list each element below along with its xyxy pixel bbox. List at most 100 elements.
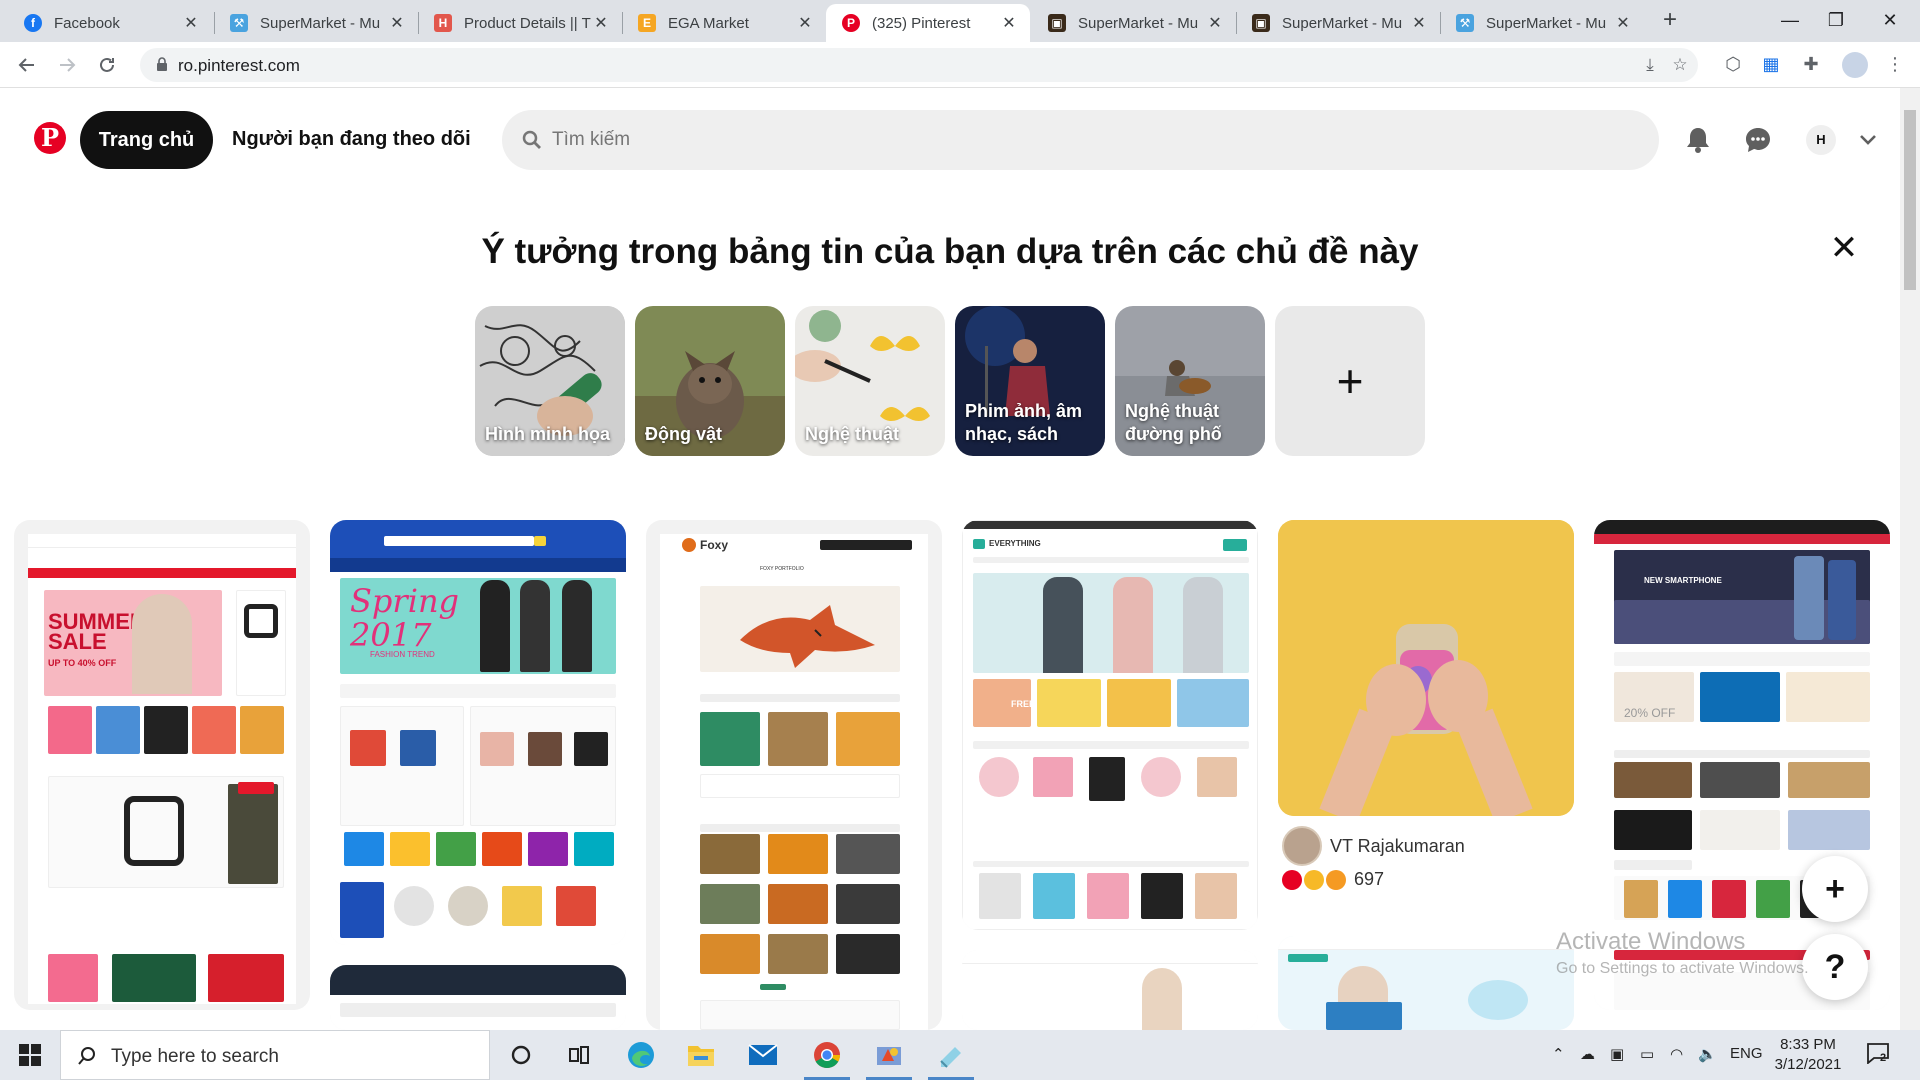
topic-card-illustration[interactable]: Hình minh họa: [475, 306, 625, 456]
browser-tab[interactable]: ⚒ SuperMarket - Mu ✕: [1440, 4, 1644, 42]
system-clock[interactable]: 8:33 PM 3/12/2021: [1758, 1035, 1858, 1075]
close-tab-icon[interactable]: ✕: [1000, 13, 1018, 33]
pin-subheadline: FOXY PORTFOLIO: [760, 566, 804, 572]
topic-label: Nghệ thuật: [805, 424, 899, 444]
profile-avatar-icon[interactable]: [1842, 52, 1868, 78]
create-pin-button[interactable]: +: [1802, 856, 1868, 922]
heart-eyes-reaction-icon: [1304, 869, 1324, 890]
cortana-button[interactable]: [492, 1030, 550, 1080]
author-avatar: [1282, 826, 1322, 866]
cortana-circle-icon: [511, 1045, 531, 1065]
user-avatar[interactable]: H: [1806, 125, 1836, 155]
show-hidden-icons-chevron-icon[interactable]: ⌃: [1552, 1045, 1565, 1063]
mail-icon: [748, 1044, 778, 1065]
topic-card-street-art[interactable]: Nghệ thuật đường phố: [1115, 306, 1265, 456]
close-tab-icon[interactable]: ✕: [182, 13, 200, 33]
scrollbar-thumb[interactable]: [1904, 110, 1916, 290]
notepad-app[interactable]: [922, 1030, 980, 1080]
pin-card[interactable]: EVERYTHING FREE: [962, 520, 1258, 930]
pin-thumbnail: [1278, 520, 1574, 816]
reaction-count: 697: [1354, 869, 1385, 889]
forward-arrow-icon: [60, 58, 76, 72]
edge-icon: [628, 1042, 654, 1068]
file-explorer-app[interactable]: [672, 1030, 730, 1080]
browser-tab[interactable]: ▣ SuperMarket - Mu ✕: [1236, 4, 1440, 42]
url-text: ro.pinterest.com: [178, 56, 300, 75]
pin-card[interactable]: [1278, 520, 1574, 816]
pin-card[interactable]: Foxy FOXY PORTFOLIO: [646, 520, 942, 1030]
notification-count: 2: [1880, 1052, 1887, 1064]
browser-tab[interactable]: H Product Details || T ✕: [418, 4, 622, 42]
pin-card[interactable]: [1278, 936, 1574, 1030]
forward-button[interactable]: [52, 50, 82, 80]
browser-tab[interactable]: E EGA Market ✕: [622, 4, 826, 42]
network-adapter-icon[interactable]: ▣: [1610, 1045, 1624, 1063]
pinterest-icon: P: [842, 14, 860, 32]
close-tab-icon[interactable]: ✕: [592, 13, 610, 33]
browser-tab[interactable]: ⚒ SuperMarket - Mu ✕: [214, 4, 418, 42]
back-button[interactable]: [12, 50, 42, 80]
calendar-extension-icon[interactable]: ▦: [1760, 54, 1782, 76]
search-input[interactable]: [552, 122, 1632, 158]
close-topics-button[interactable]: ✕: [1826, 230, 1862, 266]
topic-card-animals[interactable]: Động vật: [635, 306, 785, 456]
paint-app[interactable]: [860, 1030, 918, 1080]
menu-dots-icon[interactable]: ⋮: [1884, 54, 1906, 76]
topic-card-film-music-books[interactable]: Phim ảnh, âm nhạc, sách: [955, 306, 1105, 456]
pin-card[interactable]: SUMMER SALE UP TO 40% OFF: [14, 520, 310, 1010]
puzzle-icon[interactable]: ✚: [1800, 54, 1822, 76]
close-tab-icon[interactable]: ✕: [796, 13, 814, 33]
following-link[interactable]: Người bạn đang theo dõi: [232, 128, 471, 151]
pin-thumbnail: [962, 950, 1258, 1030]
page-scrollbar[interactable]: [1900, 88, 1920, 1030]
edge-app[interactable]: [612, 1030, 670, 1080]
extension-cube-icon[interactable]: ⬡: [1722, 54, 1744, 76]
restore-icon[interactable]: ❐: [1806, 0, 1866, 40]
messages-button[interactable]: [1738, 120, 1778, 160]
task-view-button[interactable]: [550, 1030, 608, 1080]
close-tab-icon[interactable]: ✕: [388, 13, 406, 33]
browser-tab-active[interactable]: P (325) Pinterest ✕: [826, 4, 1030, 42]
volume-icon[interactable]: 🔈: [1698, 1045, 1717, 1063]
notifications-button[interactable]: [1678, 120, 1718, 160]
clock-time: 8:33 PM: [1780, 1036, 1836, 1053]
account-menu-button[interactable]: [1848, 120, 1888, 160]
pin-card[interactable]: [330, 965, 626, 1030]
battery-icon[interactable]: ▭: [1640, 1045, 1654, 1063]
pin-headline: Foxy: [700, 538, 729, 552]
pin-headline: NEW SMARTPHONE: [1644, 576, 1722, 585]
search-icon: [522, 130, 541, 149]
close-window-icon[interactable]: ✕: [1860, 0, 1920, 40]
pin-card[interactable]: [962, 950, 1258, 1030]
home-button[interactable]: Trang chủ: [80, 111, 213, 169]
mail-app[interactable]: [734, 1030, 792, 1080]
close-tab-icon[interactable]: ✕: [1206, 13, 1224, 33]
onedrive-icon[interactable]: ☁: [1580, 1045, 1595, 1063]
close-tab-icon[interactable]: ✕: [1410, 13, 1428, 33]
pin-reactions[interactable]: 697: [1282, 869, 1384, 890]
help-button[interactable]: ?: [1802, 934, 1868, 1000]
bookmark-star-icon[interactable]: ☆: [1670, 55, 1690, 75]
fox-image: [740, 605, 875, 668]
pin-subheadline: FREE: [1011, 699, 1036, 709]
chevron-down-icon: [1860, 135, 1876, 145]
action-center-button[interactable]: 2: [1866, 1042, 1898, 1070]
taskbar-search[interactable]: Type here to search: [60, 1030, 490, 1080]
add-topic-button[interactable]: +: [1275, 306, 1425, 456]
search-bar[interactable]: [502, 110, 1659, 170]
pin-card[interactable]: Spring 2017 FASHION TREND: [330, 520, 626, 945]
browser-tab[interactable]: ▣ SuperMarket - Mu ✕: [1032, 4, 1236, 42]
close-tab-icon[interactable]: ✕: [1614, 13, 1632, 33]
install-icon[interactable]: ⤓: [1640, 55, 1660, 75]
chrome-app[interactable]: [798, 1030, 856, 1080]
pinterest-logo[interactable]: P: [34, 122, 66, 154]
pin-author[interactable]: VT Rajakumaran: [1282, 826, 1465, 866]
topic-card-art[interactable]: Nghệ thuật: [795, 306, 945, 456]
reload-button[interactable]: [92, 50, 122, 80]
start-button[interactable]: [0, 1030, 60, 1080]
wifi-icon[interactable]: ◠: [1670, 1045, 1683, 1063]
address-bar[interactable]: ro.pinterest.com ⤓ ☆: [140, 48, 1698, 82]
pin-subheadline: UP TO 40% OFF: [48, 658, 117, 668]
new-tab-button[interactable]: +: [1656, 6, 1684, 34]
browser-tab[interactable]: f Facebook ✕: [8, 4, 212, 42]
